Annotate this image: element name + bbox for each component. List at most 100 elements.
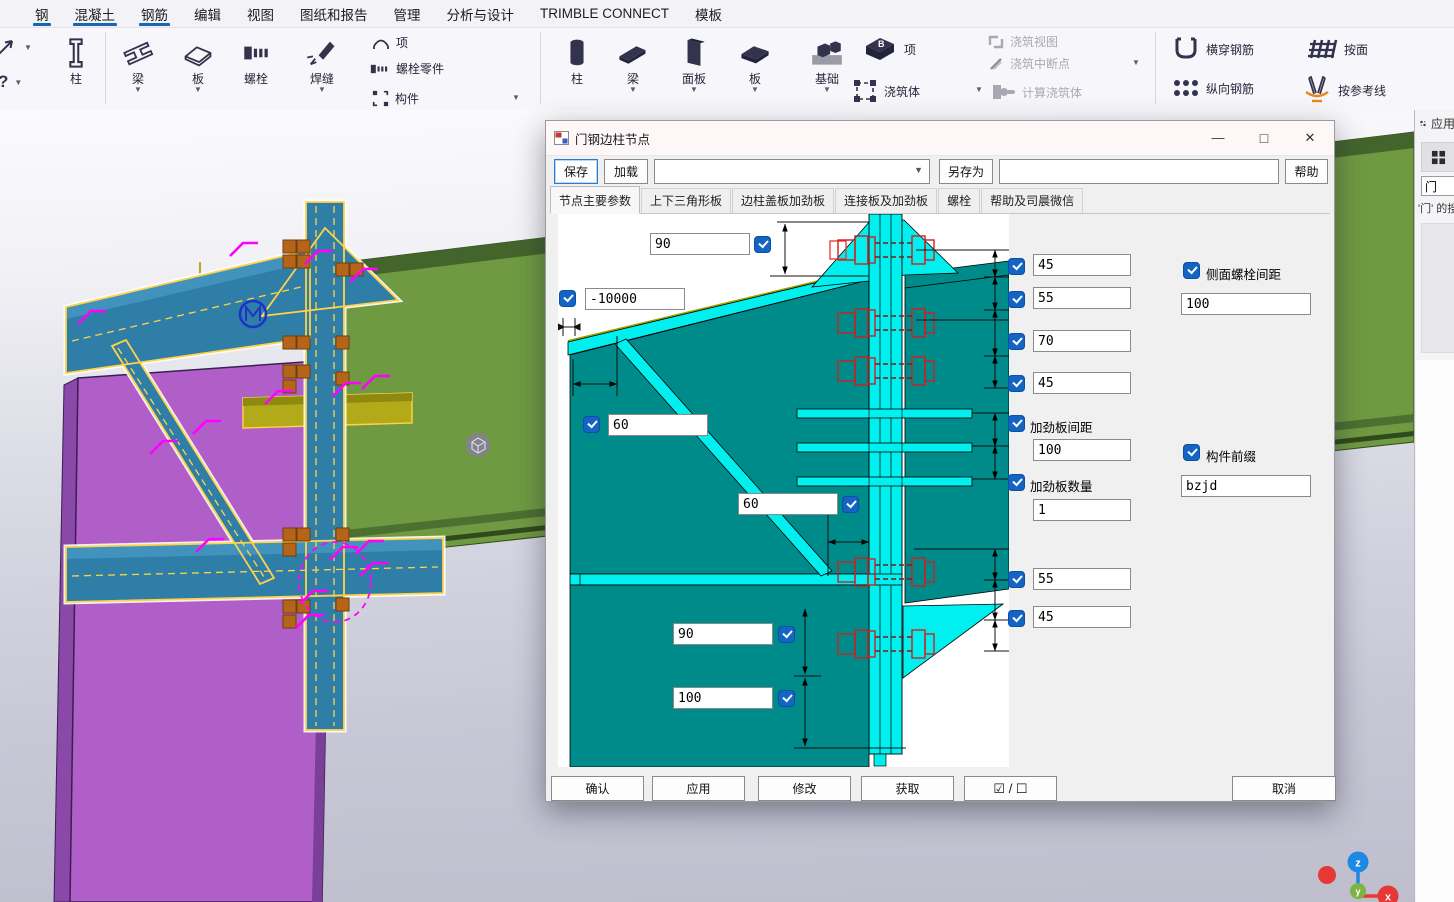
cancel-button[interactable]: 取消 xyxy=(1232,776,1336,801)
dim-field-top[interactable] xyxy=(650,233,750,255)
dim-field-left[interactable] xyxy=(608,414,708,436)
get-button[interactable]: 获取 xyxy=(861,776,954,801)
component-button[interactable]: 构件 xyxy=(372,90,419,107)
concrete-column-button[interactable]: 柱 xyxy=(554,34,600,86)
dim-checkbox-bottom-1[interactable] xyxy=(778,626,795,643)
ok-button[interactable]: 确认 xyxy=(551,776,644,801)
dim-checkbox-top[interactable] xyxy=(754,236,771,253)
results-list-area[interactable]: i xyxy=(1421,223,1454,353)
menu-tab-rebar[interactable]: 钢筋 xyxy=(139,0,170,27)
concrete-panel-button[interactable]: 面板 ▼ xyxy=(666,34,722,93)
tab-triangle-plates[interactable]: 上下三角形板 xyxy=(641,188,731,213)
menu-tab-analysis-design[interactable]: 分析与设计 xyxy=(445,0,517,27)
apply-button[interactable]: 应用 xyxy=(652,776,745,801)
chevron-down-icon[interactable]: ▼ xyxy=(512,94,520,101)
param-field-4[interactable] xyxy=(1033,372,1131,394)
chevron-down-icon: ▼ xyxy=(798,86,856,93)
menu-tab-edit[interactable]: 编辑 xyxy=(192,0,223,27)
dim-field-middle[interactable] xyxy=(738,493,838,515)
concrete-item-button[interactable]: B 项 xyxy=(862,34,916,64)
dim-checkbox-offset[interactable] xyxy=(559,290,576,307)
param-field-5[interactable] xyxy=(1033,568,1131,590)
param-field-3[interactable] xyxy=(1033,330,1131,352)
menu-tab-steel[interactable]: 钢 xyxy=(33,0,51,27)
tab-connection-plate-stiffener[interactable]: 连接板及加劲板 xyxy=(835,188,937,213)
side-bolt-spacing-checkbox[interactable] xyxy=(1183,262,1200,279)
param-checkbox-5[interactable] xyxy=(1008,571,1025,588)
dim-field-offset[interactable] xyxy=(585,288,685,310)
footing-button[interactable]: 基础 ▼ xyxy=(798,34,856,93)
crossing-rebar-icon xyxy=(1172,36,1200,62)
stiffener-count-field[interactable] xyxy=(1033,499,1131,521)
menu-tab-manage[interactable]: 管理 xyxy=(392,0,423,27)
steel-beam-button[interactable]: 梁 ▼ xyxy=(110,34,166,93)
param-checkbox-4[interactable] xyxy=(1008,375,1025,392)
stiffener-spacing-field[interactable] xyxy=(1033,439,1131,461)
param-checkbox-6[interactable] xyxy=(1008,610,1025,627)
weld-icon xyxy=(305,36,339,70)
midpoint-sphere-icon xyxy=(466,433,490,457)
maximize-button[interactable]: □ xyxy=(1244,121,1284,154)
component-prefix-checkbox[interactable] xyxy=(1183,444,1200,461)
load-button[interactable]: 加载 xyxy=(604,159,648,184)
minimize-button[interactable]: — xyxy=(1198,121,1238,154)
menu-tab-concrete[interactable]: 混凝土 xyxy=(73,0,118,27)
dim-checkbox-bottom-2[interactable] xyxy=(778,690,795,707)
dim-checkbox-left[interactable] xyxy=(583,416,600,433)
tab-bolts[interactable]: 螺栓 xyxy=(938,188,980,213)
bolt-part-button[interactable]: 螺栓零件 xyxy=(370,60,444,77)
quick-arrow-button[interactable]: ▼ xyxy=(0,36,32,58)
param-field-1[interactable] xyxy=(1033,254,1131,276)
close-button[interactable]: ✕ xyxy=(1290,121,1330,154)
menu-tab-view[interactable]: 视图 xyxy=(245,0,276,27)
side-bolt-spacing-field[interactable] xyxy=(1181,293,1311,315)
longitudinal-rebar-button[interactable]: 纵向钢筋 xyxy=(1172,76,1254,100)
param-checkbox-2[interactable] xyxy=(1008,291,1025,308)
bolt-button[interactable]: 螺栓 xyxy=(228,34,284,86)
pour-object-button[interactable]: 浇筑体 xyxy=(852,78,920,104)
pour-view-button: 浇筑视图 xyxy=(988,33,1058,50)
param-checkbox-3[interactable] xyxy=(1008,333,1025,350)
steel-plate-button[interactable]: 板 ▼ xyxy=(170,34,226,93)
tab-main-parameters[interactable]: 节点主要参数 xyxy=(550,186,640,214)
preset-combobox[interactable]: ▼ xyxy=(654,159,930,184)
concrete-beam-button[interactable]: 梁 ▼ xyxy=(608,34,658,93)
menu-tab-drawings-reports[interactable]: 图纸和报告 xyxy=(298,0,370,27)
rebar-by-reference-line-button[interactable]: 按参考线 xyxy=(1302,76,1386,104)
dim-field-bottom-1[interactable] xyxy=(673,623,773,645)
steel-column-icon xyxy=(61,36,91,70)
dim-checkbox-middle[interactable] xyxy=(842,496,859,513)
menu-bar: 钢 混凝土 钢筋 编辑 视图 图纸和报告 管理 分析与设计 TRIMBLE CO… xyxy=(0,0,1454,28)
help-menu-button[interactable]: ? ▼ xyxy=(0,72,22,92)
grid-view-button[interactable] xyxy=(1421,142,1454,172)
stiffener-spacing-checkbox[interactable] xyxy=(1008,415,1025,432)
search-input[interactable] xyxy=(1421,176,1454,196)
help-button[interactable]: 帮助 xyxy=(1285,159,1328,184)
concrete-beam-icon xyxy=(616,36,650,70)
toggle-checkboxes-button[interactable]: ☑ / ☐ xyxy=(964,776,1057,801)
dialog-title-bar[interactable]: 门钢边柱节点 — □ ✕ xyxy=(546,121,1334,156)
item-button[interactable]: 项 xyxy=(372,34,408,51)
tab-cover-plate-stiffener[interactable]: 边柱盖板加劲板 xyxy=(732,188,834,213)
stiffener-count-checkbox[interactable] xyxy=(1008,474,1025,491)
save-button[interactable]: 保存 xyxy=(554,159,598,184)
preset-name-input[interactable] xyxy=(999,159,1279,184)
component-prefix-field[interactable] xyxy=(1181,475,1311,497)
weld-button[interactable]: 焊缝 ▼ xyxy=(294,34,350,93)
param-field-6[interactable] xyxy=(1033,606,1131,628)
dim-field-bottom-2[interactable] xyxy=(673,687,773,709)
save-as-button[interactable]: 另存为 xyxy=(939,159,993,184)
rebar-by-face-button[interactable]: 按面 xyxy=(1308,36,1368,62)
steel-column-button[interactable]: 柱 xyxy=(48,34,104,86)
modify-button[interactable]: 修改 xyxy=(758,776,851,801)
crossing-rebar-button[interactable]: 横穿钢筋 xyxy=(1172,36,1254,62)
concrete-slab-button[interactable]: 板 ▼ xyxy=(730,34,780,93)
tab-help-wechat[interactable]: 帮助及司晨微信 xyxy=(981,188,1083,213)
chevron-down-icon[interactable]: ▼ xyxy=(1132,59,1140,66)
param-field-2[interactable] xyxy=(1033,287,1131,309)
chevron-down-icon[interactable]: ▼ xyxy=(975,86,983,93)
menu-tab-trimble-connect[interactable]: TRIMBLE CONNECT xyxy=(538,0,671,27)
menu-tab-template[interactable]: 模板 xyxy=(693,0,724,27)
panel-body xyxy=(1416,360,1454,902)
param-checkbox-1[interactable] xyxy=(1008,258,1025,275)
